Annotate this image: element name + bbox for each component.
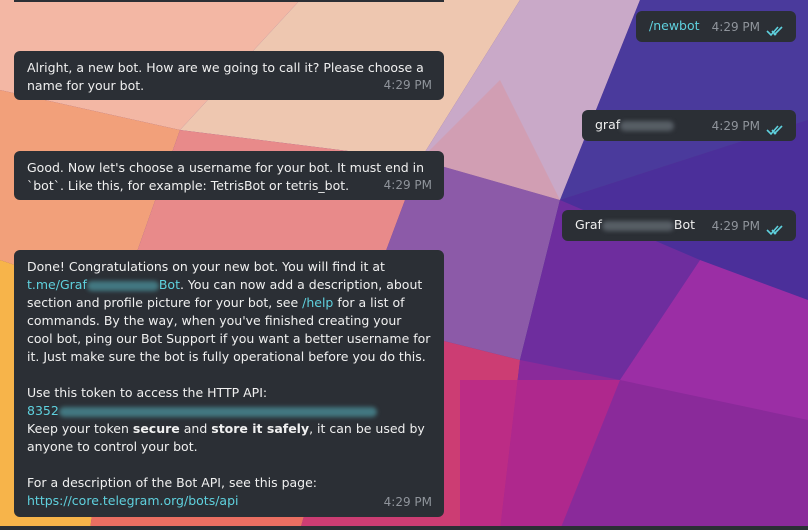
token-paragraph: Use this token to access the HTTP API: 83… bbox=[27, 384, 431, 456]
read-checkmarks-icon bbox=[766, 225, 783, 236]
username-text: Graf Bot bbox=[575, 216, 695, 234]
redacted-blur bbox=[601, 220, 674, 231]
incoming-message-bot-created[interactable]: Done! Congratulations on your new bot. Y… bbox=[14, 250, 444, 517]
congrats-text: Done! Congratulations on your new bot. Y… bbox=[27, 259, 385, 274]
outgoing-message-bot-username[interactable]: Graf Bot 4:29 PM bbox=[562, 210, 796, 241]
bot-link-suffix: Bot bbox=[158, 277, 180, 292]
redacted-blur bbox=[620, 120, 675, 131]
message-time: 4:29 PM bbox=[711, 119, 760, 133]
name-prefix: graf bbox=[595, 117, 621, 132]
read-checkmarks-icon bbox=[766, 125, 783, 136]
incoming-message-choose-name[interactable]: Alright, a new bot. How are we going to … bbox=[14, 51, 444, 100]
read-checkmarks-icon bbox=[766, 26, 783, 37]
name-text: graf bbox=[595, 116, 675, 134]
message-time: 4:29 PM bbox=[383, 78, 432, 92]
congratulations-paragraph: Done! Congratulations on your new bot. Y… bbox=[27, 258, 431, 366]
token-prefix: 8352 bbox=[27, 403, 59, 418]
incoming-message-choose-username[interactable]: Good. Now let's choose a username for yo… bbox=[14, 151, 444, 200]
bot-link-prefix: t.me/Graf bbox=[27, 277, 87, 292]
message-time: 4:29 PM bbox=[383, 495, 432, 509]
message-time: 4:29 PM bbox=[711, 20, 760, 34]
keep-token-text: Keep your token bbox=[27, 421, 129, 436]
command-text[interactable]: /newbot bbox=[649, 17, 700, 35]
api-token[interactable]: 8352 bbox=[27, 403, 377, 418]
redacted-blur bbox=[86, 280, 159, 291]
secure-bold: secure bbox=[132, 421, 180, 436]
previous-message-edge bbox=[14, 0, 444, 2]
composer-edge bbox=[0, 526, 808, 530]
message-text: Alright, a new bot. How are we going to … bbox=[27, 60, 424, 93]
username-suffix: Bot bbox=[673, 217, 696, 232]
bot-api-link[interactable]: https://core.telegram.org/bots/api bbox=[27, 493, 238, 508]
and-text: and bbox=[183, 421, 208, 436]
api-description-text: For a description of the Bot API, see th… bbox=[27, 475, 318, 490]
api-description-paragraph: For a description of the Bot API, see th… bbox=[27, 474, 431, 510]
message-time: 4:29 PM bbox=[383, 178, 432, 192]
username-prefix: Graf bbox=[575, 217, 602, 232]
token-label: Use this token to access the HTTP API: bbox=[27, 385, 268, 400]
help-command-link[interactable]: /help bbox=[302, 295, 333, 310]
message-text: Good. Now let's choose a username for yo… bbox=[27, 160, 425, 193]
outgoing-message-newbot[interactable]: /newbot 4:29 PM bbox=[636, 11, 796, 42]
message-time: 4:29 PM bbox=[711, 219, 760, 233]
store-safely-bold: store it safely bbox=[211, 421, 310, 436]
redacted-blur bbox=[58, 406, 377, 417]
bot-link[interactable]: t.me/Graf Bot bbox=[27, 277, 180, 292]
outgoing-message-bot-name[interactable]: graf 4:29 PM bbox=[582, 110, 796, 141]
